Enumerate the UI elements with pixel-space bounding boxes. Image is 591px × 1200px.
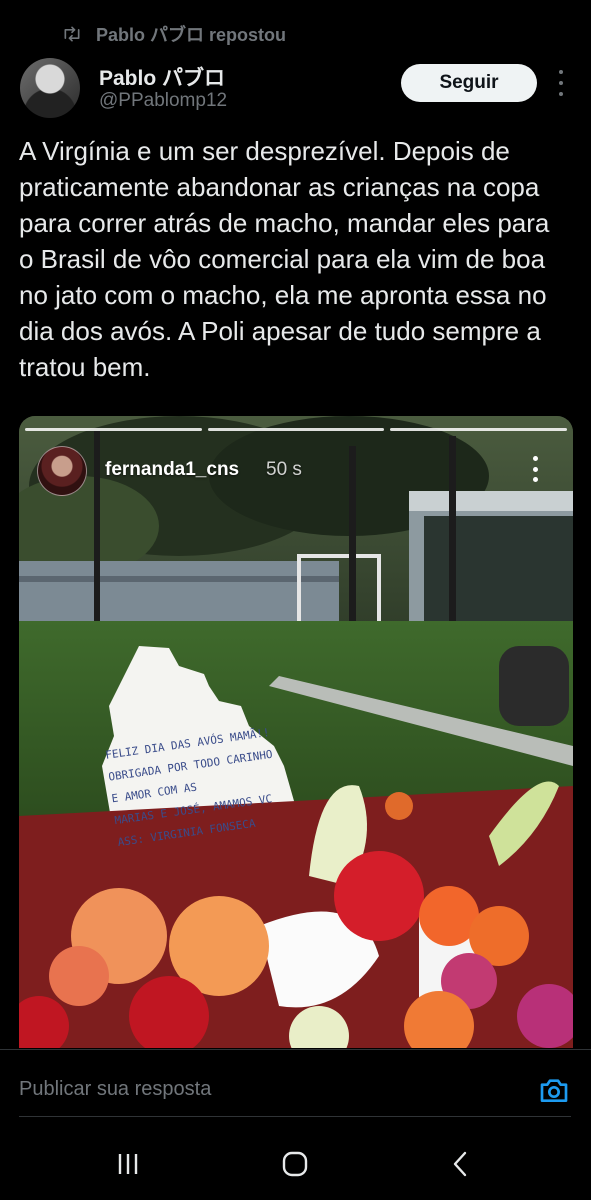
author-name[interactable]: Pablo パブロ: [99, 62, 225, 92]
follow-button[interactable]: Seguir: [401, 64, 537, 102]
more-options-icon[interactable]: [553, 70, 569, 96]
back-icon[interactable]: [443, 1150, 479, 1178]
story-avatar: [37, 446, 87, 496]
repost-label: Pablo パブロ repostou: [96, 25, 287, 45]
repost-icon: [64, 26, 80, 42]
story-progress: [25, 428, 568, 431]
reply-divider: [19, 1116, 571, 1117]
story-username: fernanda1_cns: [105, 459, 240, 480]
story-more-icon: [530, 456, 540, 482]
author-handle[interactable]: @PPablomp12: [99, 90, 227, 112]
author-avatar[interactable]: [20, 58, 80, 118]
recents-icon[interactable]: [110, 1150, 146, 1178]
repost-indicator: Pablo パブロ repostou: [62, 22, 286, 46]
reply-input[interactable]: Publicar sua resposta: [19, 1072, 519, 1106]
home-icon[interactable]: [277, 1150, 313, 1178]
camera-icon[interactable]: [538, 1074, 570, 1106]
story-timestamp: 50 s: [266, 459, 302, 480]
divider: [0, 1049, 591, 1050]
tweet-text: A Virgínia e um ser desprezível. Depois …: [19, 136, 550, 382]
